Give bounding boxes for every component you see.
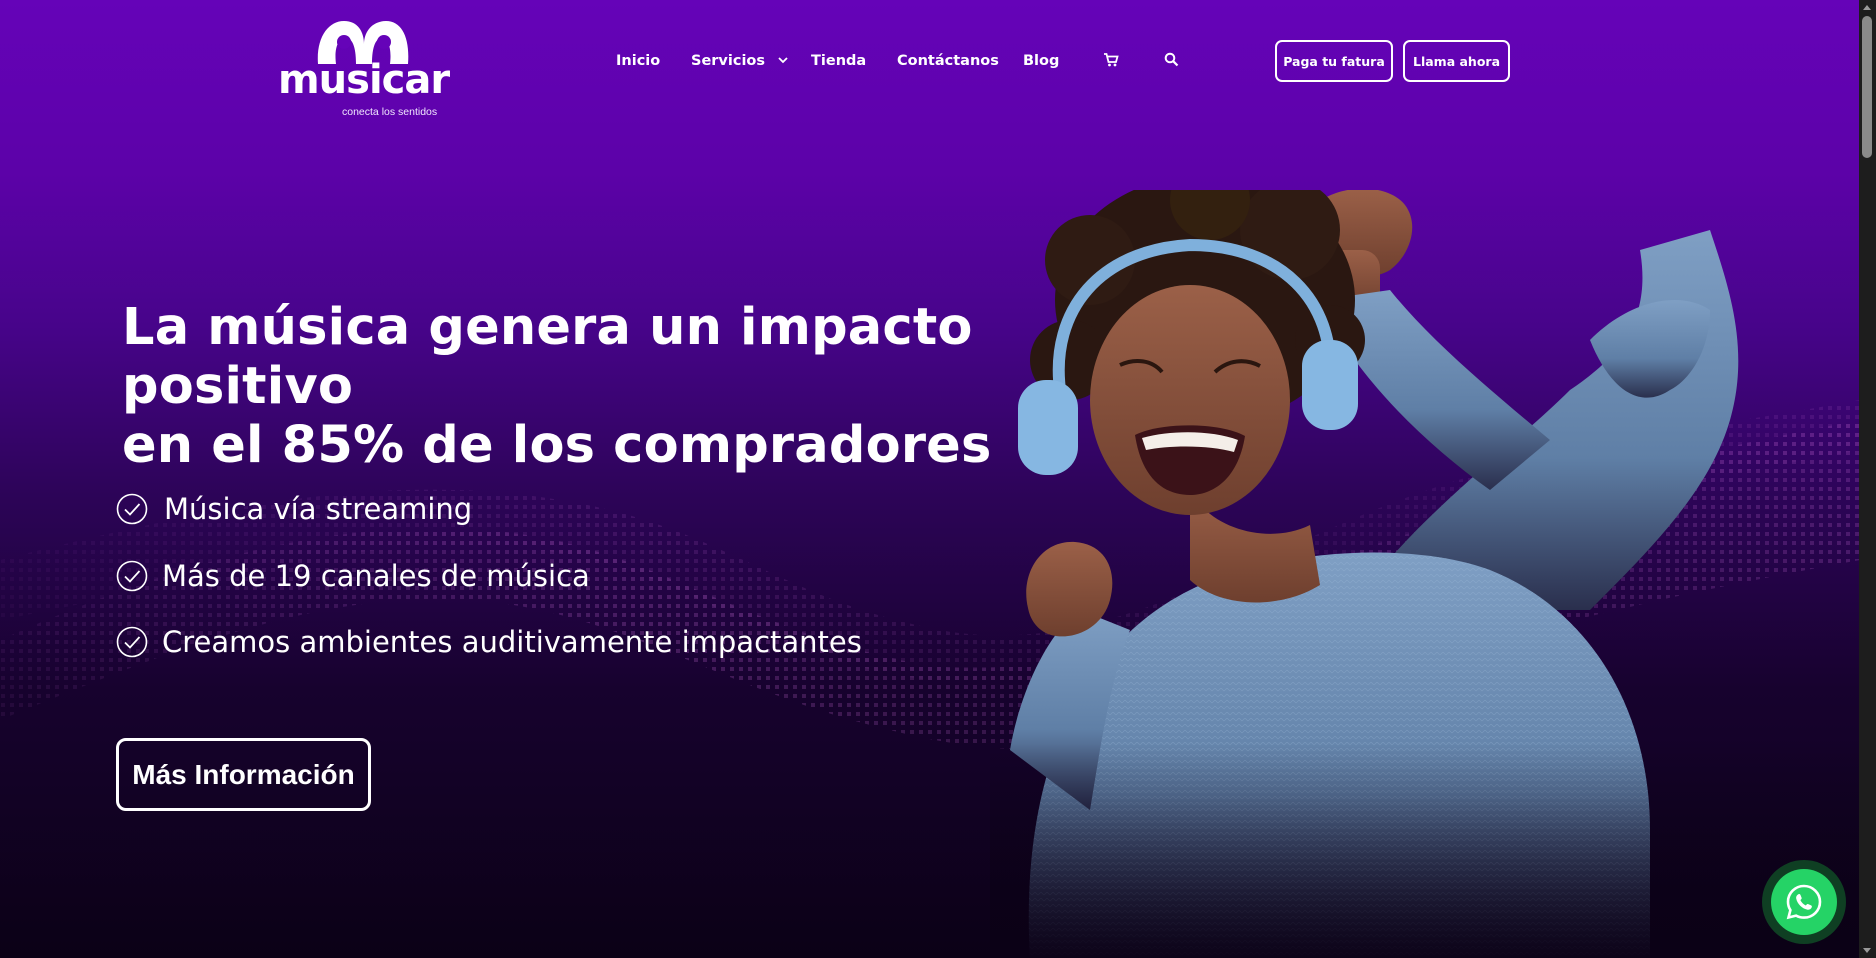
whatsapp-icon — [1771, 869, 1837, 935]
feature-text: Más de 19 canales de música — [162, 559, 590, 593]
feature-text: Creamos ambientes auditivamente impactan… — [162, 625, 862, 659]
logo-tagline: conecta los sentidos — [342, 106, 438, 118]
cart-icon[interactable] — [1103, 49, 1119, 73]
page-scrollbar[interactable] — [1859, 0, 1876, 958]
feature-item: Más de 19 canales de música — [116, 558, 590, 594]
hero-headline-line1: La música genera un impacto positivo — [122, 298, 973, 416]
check-circle-icon — [116, 493, 148, 525]
feature-item: Creamos ambientes auditivamente impactan… — [116, 624, 862, 660]
feature-item: Música vía streaming — [116, 491, 472, 527]
scroll-thumb[interactable] — [1862, 16, 1872, 158]
chevron-down-icon — [778, 57, 788, 64]
call-now-button[interactable]: Llama ahora — [1403, 40, 1510, 82]
nav-item-contactanos[interactable]: Contáctanos — [897, 49, 999, 73]
nav-item-inicio[interactable]: Inicio — [616, 49, 660, 73]
pay-invoice-button[interactable]: Paga tu fatura — [1275, 40, 1393, 82]
check-circle-icon — [116, 626, 148, 658]
search-icon[interactable] — [1164, 49, 1179, 73]
nav-item-servicios[interactable]: Servicios — [691, 49, 788, 73]
nav-item-blog[interactable]: Blog — [1023, 49, 1059, 73]
nav-item-servicios-label: Servicios — [691, 53, 766, 69]
woman-headphones-photo — [990, 190, 1860, 958]
check-circle-icon — [116, 560, 148, 592]
logo-wordmark: musicar — [278, 57, 450, 103]
scroll-up-arrow-icon[interactable] — [1863, 5, 1871, 10]
more-info-button[interactable]: Más Información — [116, 738, 371, 811]
hero-page: musicar conecta los sentidos Inicio Serv… — [0, 0, 1876, 958]
hero-headline: La música genera un impacto positivo en … — [122, 298, 1122, 475]
musicar-logo[interactable]: musicar conecta los sentidos — [278, 18, 450, 118]
nav-item-tienda[interactable]: Tienda — [811, 49, 866, 73]
scroll-down-arrow-icon[interactable] — [1863, 948, 1871, 953]
feature-text: Música vía streaming — [164, 492, 473, 526]
whatsapp-button[interactable] — [1762, 860, 1846, 944]
hero-headline-line2: en el 85% de los compradores — [122, 416, 992, 475]
